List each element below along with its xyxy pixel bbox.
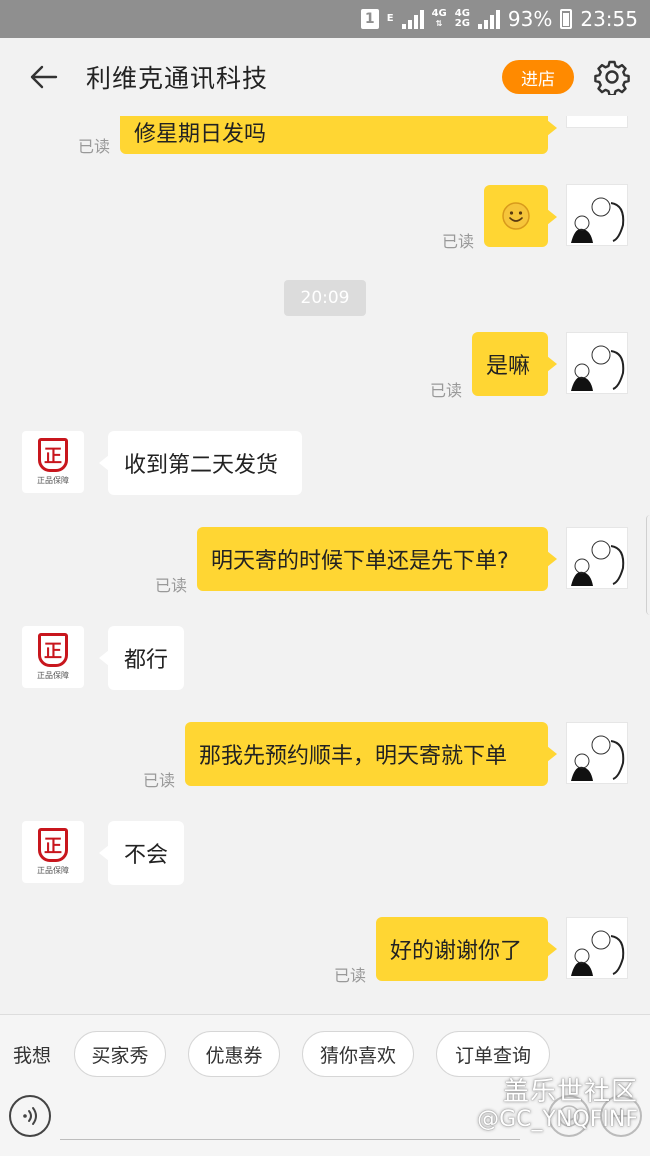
my-avatar[interactable] [566, 184, 628, 246]
voice-input-button[interactable] [9, 1095, 51, 1137]
message-bubble-mine[interactable]: 好的谢谢你了 [376, 917, 557, 981]
settings-button[interactable] [590, 55, 634, 99]
status-bar: 1 E 4G ⇅ 4G 2G 93% 23:55 [0, 0, 650, 38]
notification-badge: 1 [360, 9, 379, 29]
sketch-couple-avatar-icon [571, 735, 625, 781]
seller-avatar[interactable]: 正 正品保障 [22, 626, 84, 688]
read-receipt: 已读 [430, 381, 463, 400]
message-input-field[interactable] [60, 1139, 520, 1140]
my-avatar[interactable] [566, 332, 628, 394]
smiley-emoji-icon [502, 202, 530, 230]
message-text: 明天寄的时候下单还是先下单? [211, 549, 509, 574]
message-text: 好的谢谢你了 [390, 939, 523, 964]
message-bubble-seller[interactable]: 都行 [99, 626, 184, 690]
read-receipt: 已读 [442, 232, 475, 251]
quick-reply-label: 我想 [13, 1045, 52, 1067]
scroll-indicator[interactable] [646, 515, 650, 615]
chat-header: 利维克通讯科技 进店 [0, 38, 650, 116]
back-arrow-icon [30, 65, 58, 89]
voice-wave-icon [23, 1107, 37, 1125]
message-bubble-mine[interactable]: 那我先预约顺丰，明天寄就下单 [185, 722, 557, 786]
read-receipt: 已读 [143, 771, 176, 790]
chip-guess-you-like[interactable]: 猜你喜欢 [302, 1031, 414, 1077]
message-bubble-mine[interactable]: 明天寄的时候下单还是先下单? [197, 527, 557, 591]
my-avatar[interactable] [566, 917, 628, 979]
watermark-handle: @GC_YNQFINF [477, 1107, 638, 1132]
network-4g-indicator: 4G ⇅ [431, 8, 447, 29]
message-bubble-seller[interactable]: 不会 [99, 821, 184, 885]
message-bubble-mine[interactable]: 是嘛 [472, 332, 557, 396]
network-4g-2g-indicator: 4G 2G [454, 8, 470, 29]
read-receipt: 已读 [155, 576, 188, 595]
genuine-guarantee-icon: 正 [38, 633, 68, 667]
sketch-couple-avatar-icon [571, 930, 625, 976]
message-bubble-seller[interactable]: 收到第二天发货 [99, 431, 302, 495]
message-bubble-mine[interactable]: 修星期日发吗 [120, 116, 557, 154]
guarantee-caption: 正品保障 [37, 476, 69, 485]
network-e-indicator: E [386, 13, 394, 24]
gear-icon [594, 60, 630, 95]
seller-avatar[interactable]: 正 正品保障 [22, 431, 84, 493]
back-button[interactable] [14, 47, 74, 107]
sketch-couple-avatar-icon [571, 540, 625, 586]
chat-message-list[interactable]: 修星期日发吗 已读 已读 20:09 是嘛 已读 正 正品保障 收到第二天发货 … [0, 116, 650, 1014]
cell-signal-icon [477, 9, 500, 29]
read-receipt: 已读 [78, 137, 111, 156]
watermark-community: 盖乐世社区 [502, 1077, 638, 1107]
seller-avatar[interactable]: 正 正品保障 [22, 821, 84, 883]
sketch-couple-avatar-icon [567, 116, 627, 127]
message-text: 收到第二天发货 [124, 453, 279, 478]
read-receipt: 已读 [334, 966, 367, 985]
enter-shop-button[interactable]: 进店 [502, 60, 574, 94]
message-bubble-mine[interactable] [484, 185, 557, 247]
sketch-couple-avatar-icon [571, 197, 625, 243]
bottom-input-bar: 我想 买家秀 优惠券 猜你喜欢 订单查询 盖乐世社区 @GC_YNQFINF [0, 1014, 650, 1156]
message-text: 是嘛 [486, 354, 531, 379]
battery-percent: 93% [507, 7, 553, 31]
genuine-guarantee-icon: 正 [38, 828, 68, 862]
sketch-couple-avatar-icon [571, 345, 625, 391]
my-avatar[interactable] [566, 527, 628, 589]
message-text: 那我先预约顺丰，明天寄就下单 [199, 744, 508, 769]
genuine-guarantee-icon: 正 [38, 438, 68, 472]
time-divider: 20:09 [284, 280, 366, 316]
battery-icon [560, 9, 573, 29]
chip-buyer-show[interactable]: 买家秀 [74, 1031, 166, 1077]
wifi-signal-icon [401, 9, 424, 29]
chip-coupons[interactable]: 优惠券 [188, 1031, 280, 1077]
my-avatar[interactable] [566, 722, 628, 784]
my-avatar[interactable] [566, 116, 628, 128]
message-text: 修星期日发吗 [134, 122, 267, 147]
guarantee-caption: 正品保障 [37, 671, 69, 680]
guarantee-caption: 正品保障 [37, 866, 69, 875]
status-time: 23:55 [580, 7, 638, 31]
message-text: 都行 [124, 648, 169, 673]
shop-title: 利维克通讯科技 [86, 64, 269, 93]
message-text: 不会 [124, 843, 169, 868]
